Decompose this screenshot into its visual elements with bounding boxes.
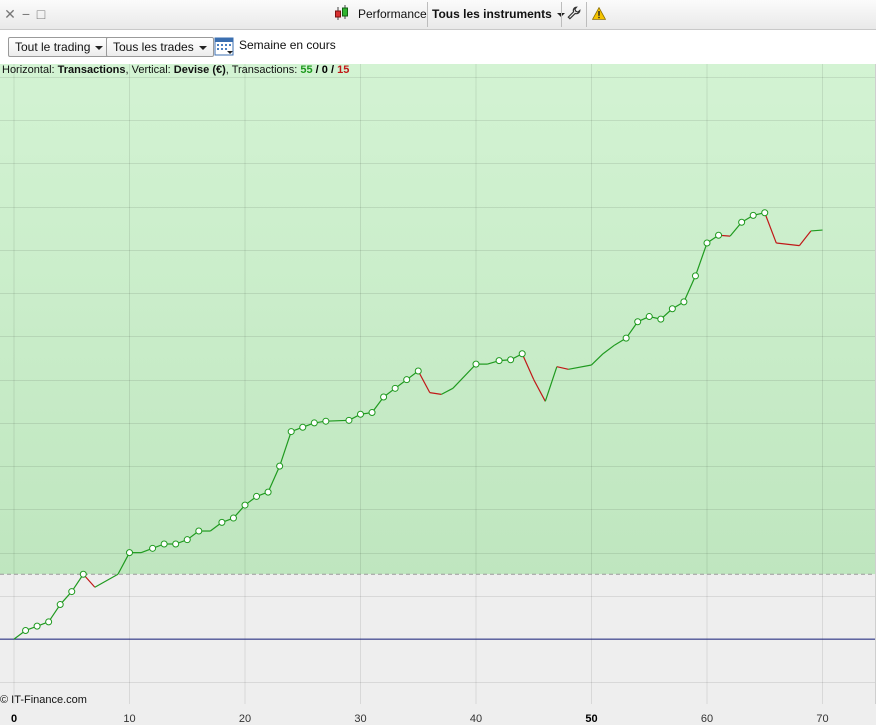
info-vertical-value: Devise (€) [173, 64, 226, 76]
instruments-label: Tous les instruments [432, 7, 552, 21]
data-point [691, 272, 699, 280]
maximize-icon[interactable]: □ [34, 7, 48, 21]
separator: / [327, 64, 338, 76]
separator: / [312, 64, 322, 76]
data-point [229, 514, 237, 522]
x-tick-label: 20 [239, 713, 251, 725]
x-tick-label: 40 [470, 713, 482, 725]
trades-filter-dropdown[interactable]: Tous les trades [106, 37, 214, 57]
data-point [264, 488, 272, 496]
period-label[interactable]: Semaine en cours [239, 38, 336, 52]
data-point [299, 423, 307, 431]
chevron-down-icon [198, 45, 207, 50]
trades-filter-label: Tous les trades [113, 40, 194, 54]
minimize-icon[interactable]: − [19, 7, 33, 21]
data-point [414, 367, 422, 375]
filter-toolbar: Tout le trading Tous les trades Semaine … [0, 30, 876, 64]
data-point [391, 384, 399, 392]
data-point [22, 626, 30, 634]
wrench-icon[interactable] [567, 0, 581, 29]
data-point [645, 313, 653, 321]
data-point [276, 462, 284, 470]
data-point [495, 357, 503, 365]
data-point [345, 416, 353, 424]
trading-filter-dropdown[interactable]: Tout le trading [8, 37, 111, 57]
data-point [33, 622, 41, 630]
equity-chart: 0 10 20 30 40 50 60 70 [0, 64, 876, 725]
data-point [68, 588, 76, 596]
data-point [310, 419, 318, 427]
data-point [380, 393, 388, 401]
data-point [761, 209, 769, 217]
title-bar: ✕ − □ Performance Tous les instruments [0, 0, 876, 30]
calendar-icon[interactable] [214, 36, 234, 56]
data-point [715, 231, 723, 239]
data-point [703, 239, 711, 247]
info-vertical-prefix: , Vertical: [125, 64, 174, 76]
chart-info-line: Horizontal: Transactions, Vertical: Devi… [2, 64, 349, 76]
data-point [472, 360, 480, 368]
data-point [160, 540, 168, 548]
data-point [322, 417, 330, 425]
x-tick-label: 50 [585, 713, 597, 725]
data-point [45, 618, 53, 626]
data-point [357, 410, 364, 418]
losses-count: 15 [337, 64, 350, 76]
data-point [368, 409, 376, 417]
data-point [287, 428, 295, 436]
x-tick-label: 70 [816, 713, 828, 725]
data-point [634, 318, 642, 326]
data-point [749, 211, 757, 219]
performance-button[interactable]: Performance [358, 0, 427, 29]
warning-icon[interactable] [591, 0, 607, 29]
trading-filter-label: Tout le trading [15, 40, 91, 54]
data-point [668, 305, 676, 313]
data-point [738, 218, 746, 226]
data-point [403, 376, 411, 384]
data-point [622, 334, 630, 342]
x-tick-label: 30 [354, 713, 366, 725]
data-point [79, 570, 87, 578]
x-tick-label: 10 [123, 713, 135, 725]
candlestick-icon [333, 0, 351, 29]
data-point [149, 544, 157, 552]
data-point [172, 540, 180, 548]
data-point [218, 518, 226, 526]
data-point [56, 601, 64, 609]
data-point [507, 356, 515, 364]
data-point [183, 536, 191, 544]
close-icon[interactable]: ✕ [3, 7, 17, 21]
data-point [195, 527, 203, 535]
data-point [680, 298, 688, 306]
info-horizontal-value: Transactions [57, 64, 126, 76]
instruments-dropdown[interactable]: Tous les instruments [432, 0, 565, 29]
x-tick-label: 0 [11, 713, 17, 725]
data-point [253, 492, 261, 500]
data-point [126, 549, 133, 557]
x-tick-label: 60 [701, 713, 713, 725]
data-point [518, 350, 526, 358]
wins-count: 55 [300, 64, 313, 76]
copyright-text: © IT-Finance.com [0, 694, 87, 706]
info-transactions-prefix: , Transactions: [225, 64, 301, 76]
data-point [657, 315, 665, 323]
data-point [241, 501, 249, 509]
chevron-down-icon [95, 45, 104, 50]
profit-zone [0, 64, 876, 575]
info-prefix: Horizontal: [2, 64, 58, 76]
